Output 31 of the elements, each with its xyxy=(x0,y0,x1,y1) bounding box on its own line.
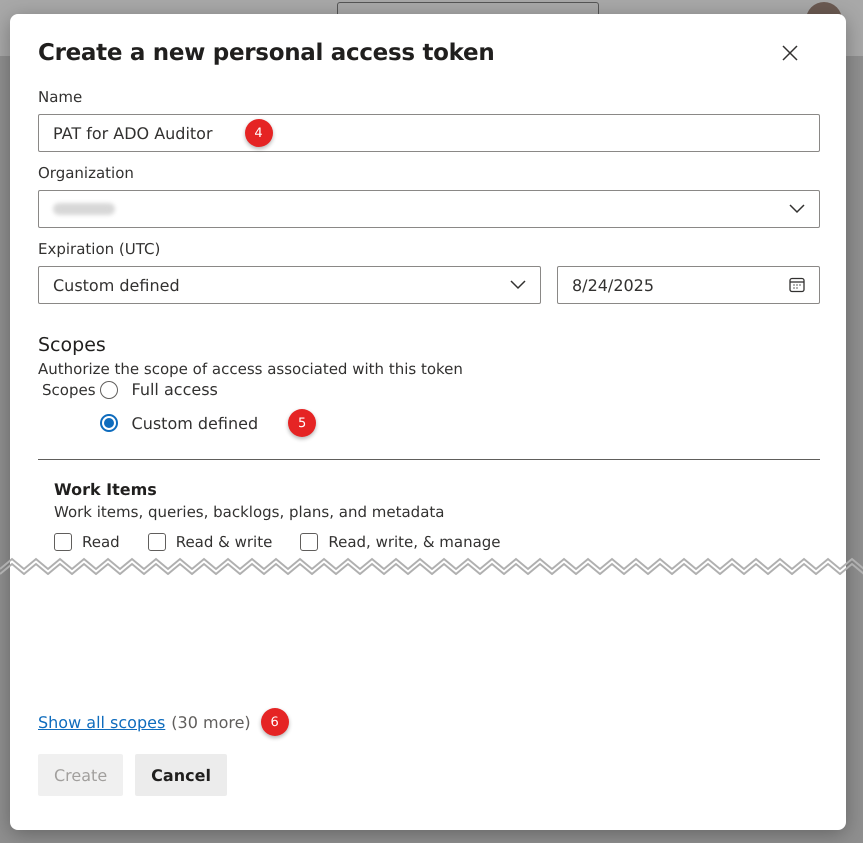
name-field[interactable]: PAT for ADO Auditor 4 xyxy=(38,114,820,152)
permission-checkbox[interactable]: Read xyxy=(54,533,120,551)
radio-option[interactable]: Full access xyxy=(100,380,258,399)
radio-option[interactable]: Custom defined xyxy=(100,414,258,432)
permission-checkbox[interactable]: Read, write, & manage xyxy=(300,533,501,551)
annotation-marker: 5 xyxy=(288,409,316,437)
close-icon xyxy=(782,45,798,61)
field-value: 8/24/2025 xyxy=(572,276,654,294)
dropdown-value: Custom defined xyxy=(53,276,180,294)
annotation-marker: 6 xyxy=(260,708,289,736)
radio-group-label: Scopes xyxy=(42,380,96,398)
calendar-icon xyxy=(789,277,805,293)
scope-description: Work items, queries, backlogs, plans, and metadata xyxy=(54,503,446,521)
field-label: Expiration (UTC) xyxy=(38,240,162,258)
more-count: (30 more) xyxy=(171,712,251,732)
section-heading: Scopes xyxy=(38,334,107,356)
section-description: Authorize the scope of access associated with this token xyxy=(38,360,464,378)
organization-dropdown[interactable] xyxy=(38,190,820,228)
field-label: Name xyxy=(38,88,84,106)
annotation-marker: 4 xyxy=(244,119,273,147)
field-value: PAT for ADO Auditor xyxy=(53,124,213,142)
cancel-button[interactable]: Cancel xyxy=(135,754,227,796)
field-label: Organization xyxy=(38,164,135,182)
chevron-down-icon xyxy=(789,204,805,214)
permission-checkbox[interactable]: Read & write xyxy=(148,533,272,551)
date-field[interactable]: 8/24/2025 xyxy=(557,266,820,304)
show-all-scopes-link[interactable]: Show all scopes xyxy=(38,712,166,732)
expiration-dropdown[interactable]: Custom defined xyxy=(38,266,541,304)
scope-title: Work Items xyxy=(54,480,158,499)
chevron-down-icon xyxy=(510,280,526,290)
dialog-title: Create a new personal access token xyxy=(38,40,494,66)
